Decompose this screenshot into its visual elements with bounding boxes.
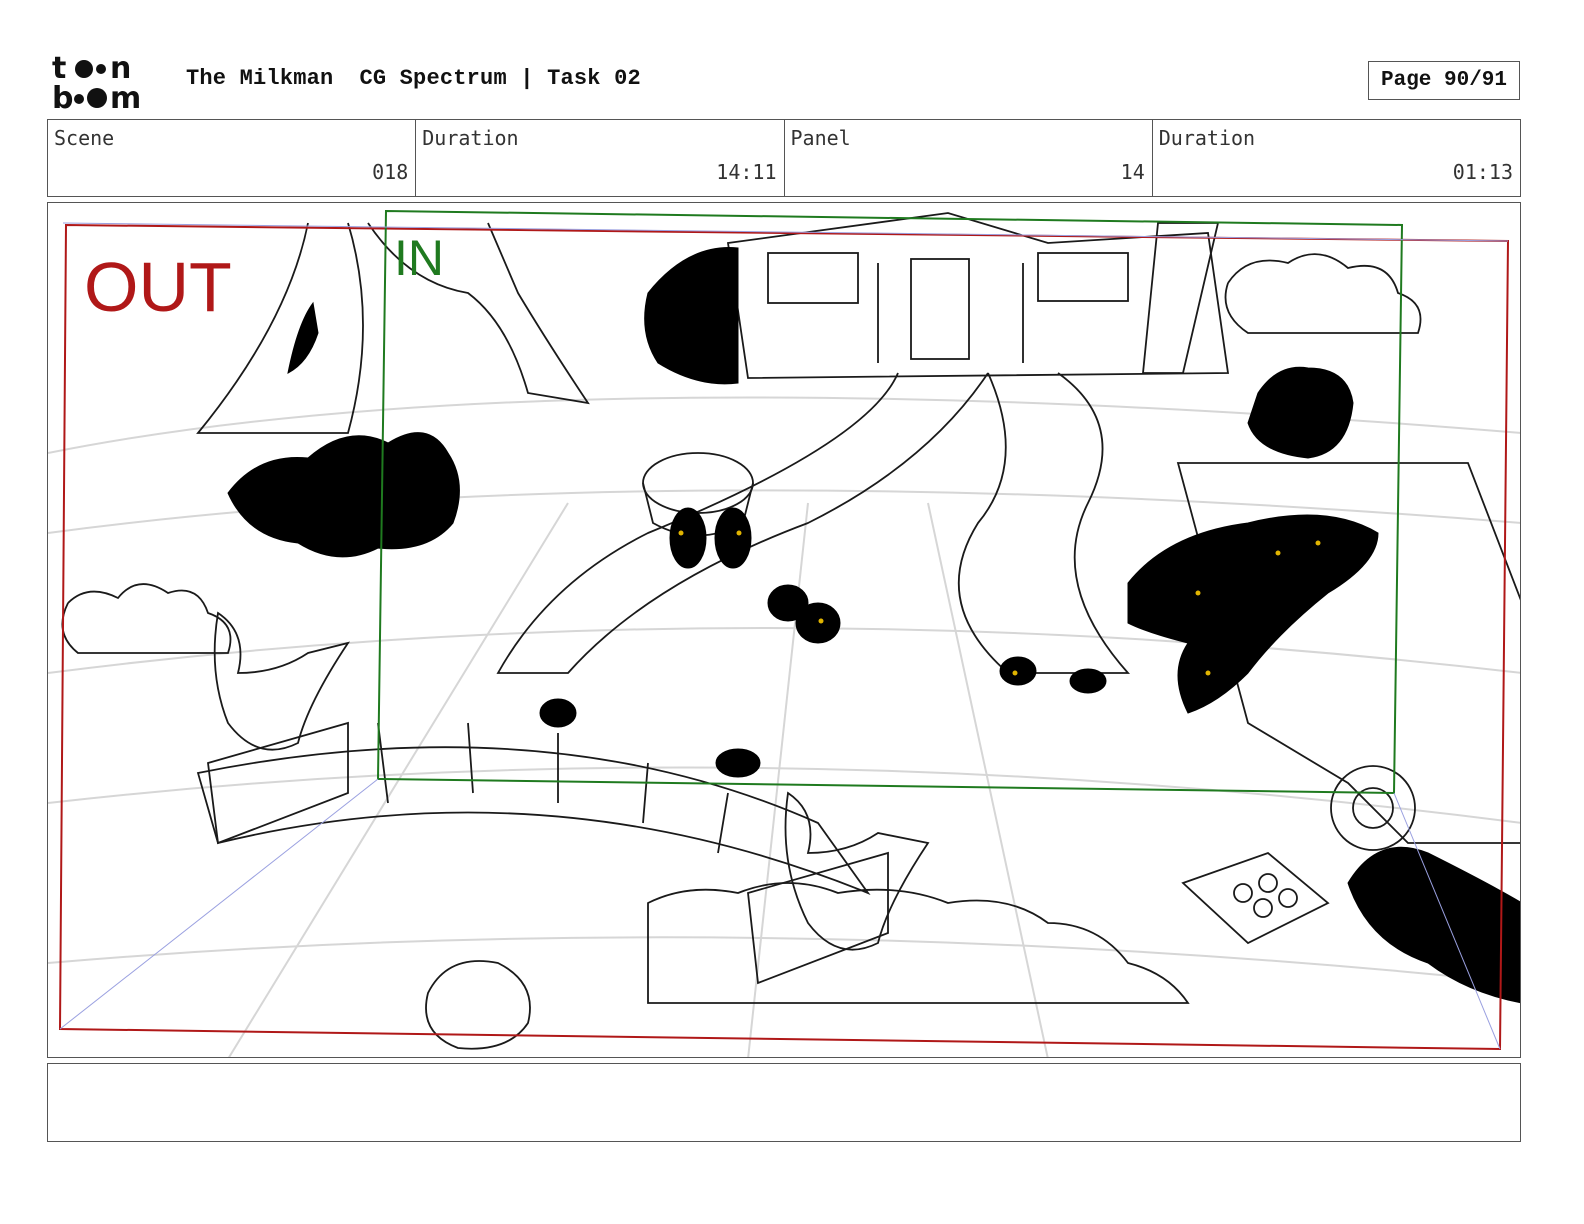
svg-text:m: m [110,81,141,112]
scene-cell: Scene 018 [48,120,417,196]
cat-stream-right [1127,514,1379,714]
camera-move-guide-left [59,778,379,1030]
storyboard-sketch: OUT IN [48,209,1520,1057]
page-indicator: Page 90/91 [1368,61,1520,100]
panel-value: 14 [1120,160,1145,184]
panel-info-table: Scene 018 Duration 14:11 Panel 14 Durati… [47,119,1521,197]
scene-duration-value: 14:11 [716,160,777,184]
panel-cell: Panel 14 [785,120,1153,196]
page-number: Page 90/91 [1380,69,1508,92]
white-cat-right [784,791,930,951]
cat-cluster-corner [1347,846,1520,1004]
storyboard-panel: OUT IN [47,202,1521,1058]
cat-bucket-1 [669,507,707,569]
document-title: The Milkman CG Spectrum | Task 02 [186,66,667,91]
milk-crate [1181,851,1330,945]
cat-cluster-right-bush [1247,366,1354,459]
bucket [642,452,754,514]
panel-notes-box [47,1063,1521,1142]
panel-label: Panel [790,126,851,150]
cat-small-3 [999,656,1037,686]
bush-bottom [647,882,1190,1004]
toonboom-logo: t n b m [52,50,164,116]
chimney [1142,222,1220,374]
scene-value: 018 [372,160,409,184]
panel-duration-label: Duration [1158,126,1256,150]
cat-cluster-left [227,432,460,558]
project-subtitle: CG Spectrum | Task 02 [359,66,641,91]
scene-duration-cell: Duration 14:11 [416,120,785,196]
project-title: The Milkman [186,66,334,91]
house-window-right [1037,252,1129,302]
cat-bucket-2 [714,507,752,569]
cat-path-2 [795,602,841,644]
cat-small-1 [539,698,577,728]
svg-text:b: b [52,81,73,112]
bush-right [1224,253,1422,334]
bush-left [61,583,232,654]
cat-cluster-house [644,247,739,385]
cat-small-2 [715,748,761,778]
house-door [910,258,970,360]
out-label: OUT [84,248,232,326]
scene-duration-label: Duration [422,126,519,150]
house-window-left [767,252,859,304]
post-left [207,721,349,845]
in-frame [376,209,1404,795]
cat-small-4 [1069,668,1107,694]
out-frame [58,223,1510,1051]
scene-label: Scene [54,126,115,150]
camera-move-guide-top [62,222,1509,242]
scene-linework [61,212,1520,1050]
panel-duration-cell: Duration 01:13 [1153,120,1520,196]
panel-duration-value: 01:13 [1452,160,1513,184]
in-label: IN [394,230,444,286]
cat-tail-1 [287,301,319,374]
